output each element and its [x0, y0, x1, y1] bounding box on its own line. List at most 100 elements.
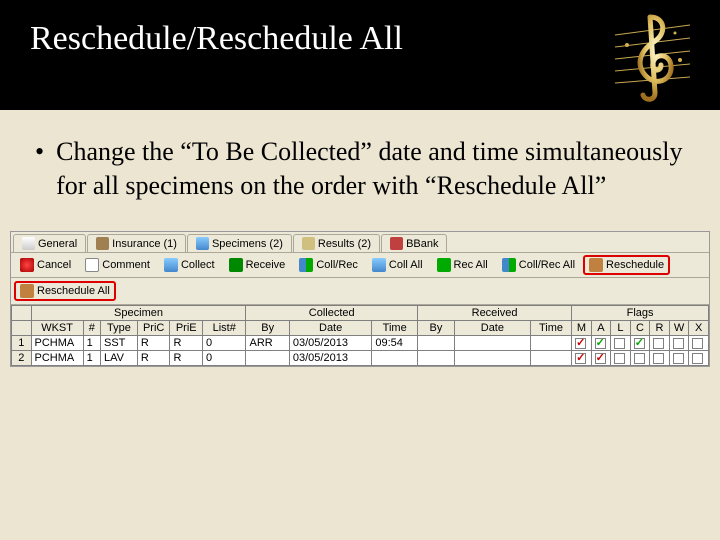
collect-button[interactable]: Collect — [158, 255, 221, 275]
flag-cell[interactable] — [689, 336, 709, 351]
cell[interactable]: PCHMA — [31, 351, 83, 366]
table-row[interactable]: 2PCHMA1LAVRR003/05/2013 — [12, 351, 709, 366]
cell[interactable]: 1 — [83, 351, 100, 366]
cell[interactable]: 03/05/2013 — [289, 336, 371, 351]
tab-specimens[interactable]: Specimens (2) — [187, 234, 292, 252]
flag-cell[interactable] — [650, 336, 670, 351]
tab-general[interactable]: General — [13, 234, 86, 252]
header-col-row: WKST # Type PriC PriE List# By Date Time… — [12, 321, 709, 336]
cancel-button[interactable]: Cancel — [14, 255, 77, 275]
collall-button[interactable]: Coll All — [366, 255, 429, 275]
bullet-item: • Change the “To Be Collected” date and … — [35, 135, 685, 203]
col-by-r[interactable]: By — [417, 321, 454, 336]
flag-cell[interactable] — [669, 336, 689, 351]
checkbox-icon[interactable] — [595, 338, 606, 349]
collrecall-button[interactable]: Coll/Rec All — [496, 255, 581, 275]
flag-cell[interactable] — [689, 351, 709, 366]
checkbox-icon[interactable] — [653, 338, 664, 349]
col-flag-w[interactable]: W — [669, 321, 689, 336]
col-date-r[interactable]: Date — [454, 321, 530, 336]
cell[interactable]: PCHMA — [31, 336, 83, 351]
group-specimen: Specimen — [31, 306, 246, 321]
flag-cell[interactable] — [630, 351, 650, 366]
checkbox-icon[interactable] — [692, 353, 703, 364]
checkbox-icon[interactable] — [634, 353, 645, 364]
col-flag-x[interactable]: X — [689, 321, 709, 336]
reschedule-button[interactable]: Reschedule — [583, 255, 670, 275]
tab-insurance[interactable]: Insurance (1) — [87, 234, 186, 252]
collrec-button[interactable]: Coll/Rec — [293, 255, 364, 275]
tab-results[interactable]: Results (2) — [293, 234, 380, 252]
cell[interactable] — [417, 351, 454, 366]
cell[interactable]: 0 — [203, 336, 246, 351]
col-num[interactable]: # — [83, 321, 100, 336]
checkbox-icon[interactable] — [614, 353, 625, 364]
collall-icon — [372, 258, 386, 272]
cell[interactable]: 0 — [203, 351, 246, 366]
col-flag-l[interactable]: L — [611, 321, 631, 336]
checkbox-icon[interactable] — [575, 338, 586, 349]
cell[interactable]: 03/05/2013 — [289, 351, 371, 366]
cell[interactable]: R — [170, 336, 203, 351]
col-pric[interactable]: PriC — [137, 321, 170, 336]
app-screenshot: General Insurance (1) Specimens (2) Resu… — [10, 231, 710, 367]
cell[interactable]: 09:54 — [372, 336, 418, 351]
flag-cell[interactable] — [669, 351, 689, 366]
tab-bbank[interactable]: BBank — [381, 234, 447, 252]
col-flag-r[interactable]: R — [650, 321, 670, 336]
toolbar: Cancel Comment Collect Receive Coll/Rec … — [11, 253, 709, 278]
collect-icon — [164, 258, 178, 272]
checkbox-icon[interactable] — [614, 338, 625, 349]
cell[interactable]: R — [137, 351, 170, 366]
cell[interactable]: R — [170, 351, 203, 366]
col-flag-a[interactable]: A — [591, 321, 611, 336]
flag-cell[interactable] — [611, 351, 631, 366]
cell[interactable]: SST — [100, 336, 137, 351]
flag-cell[interactable] — [572, 336, 592, 351]
cell[interactable]: 1 — [12, 336, 32, 351]
checkbox-icon[interactable] — [575, 353, 586, 364]
checkbox-icon[interactable] — [595, 353, 606, 364]
col-by-c[interactable]: By — [246, 321, 289, 336]
cell[interactable]: 2 — [12, 351, 32, 366]
cell[interactable] — [372, 351, 418, 366]
comment-button[interactable]: Comment — [79, 255, 156, 275]
checkbox-icon[interactable] — [653, 353, 664, 364]
col-prie[interactable]: PriE — [170, 321, 203, 336]
checkbox-icon[interactable] — [673, 338, 684, 349]
general-icon — [22, 237, 35, 250]
checkbox-icon[interactable] — [634, 338, 645, 349]
flag-cell[interactable] — [591, 351, 611, 366]
col-time-c[interactable]: Time — [372, 321, 418, 336]
flag-cell[interactable] — [611, 336, 631, 351]
cell[interactable] — [454, 336, 530, 351]
reschedule-all-button[interactable]: Reschedule All — [14, 281, 116, 301]
cell[interactable] — [530, 351, 571, 366]
cell[interactable]: R — [137, 336, 170, 351]
flag-cell[interactable] — [591, 336, 611, 351]
cell[interactable] — [530, 336, 571, 351]
cell[interactable] — [246, 351, 289, 366]
cell[interactable]: ARR — [246, 336, 289, 351]
cell[interactable] — [417, 336, 454, 351]
checkbox-icon[interactable] — [692, 338, 703, 349]
col-type[interactable]: Type — [100, 321, 137, 336]
receive-button[interactable]: Receive — [223, 255, 292, 275]
col-flag-m[interactable]: M — [572, 321, 592, 336]
cell[interactable]: LAV — [100, 351, 137, 366]
checkbox-icon[interactable] — [673, 353, 684, 364]
cell[interactable]: 1 — [83, 336, 100, 351]
flag-cell[interactable] — [572, 351, 592, 366]
col-date-c[interactable]: Date — [289, 321, 371, 336]
receive-icon — [229, 258, 243, 272]
flag-cell[interactable] — [650, 351, 670, 366]
header-group-row: Specimen Collected Received Flags — [12, 306, 709, 321]
flag-cell[interactable] — [630, 336, 650, 351]
col-listnum[interactable]: List# — [203, 321, 246, 336]
col-time-r[interactable]: Time — [530, 321, 571, 336]
table-row[interactable]: 1PCHMA1SSTRR0ARR03/05/201309:54 — [12, 336, 709, 351]
col-wkst[interactable]: WKST — [31, 321, 83, 336]
col-flag-c[interactable]: C — [630, 321, 650, 336]
recall-button[interactable]: Rec All — [431, 255, 494, 275]
cell[interactable] — [454, 351, 530, 366]
